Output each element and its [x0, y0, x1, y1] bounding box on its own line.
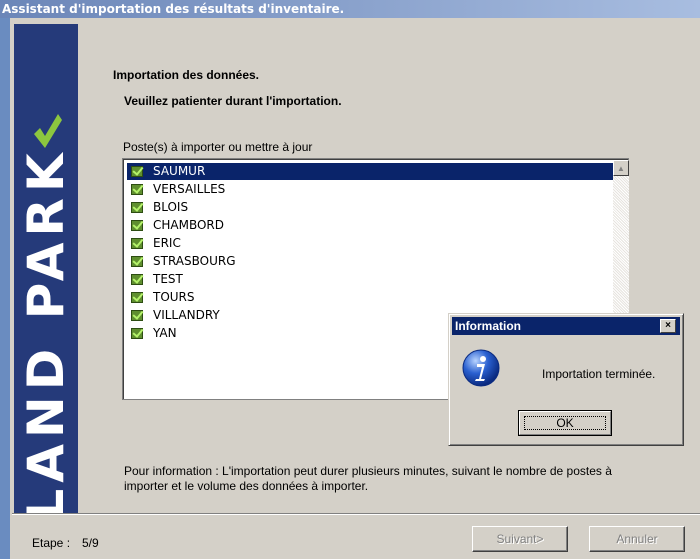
checkmark-icon: [131, 274, 143, 285]
focus-rect: [524, 416, 606, 430]
list-item[interactable]: ERIC: [127, 235, 613, 252]
list-item[interactable]: TEST: [127, 271, 613, 288]
checkmark-icon: [131, 238, 143, 249]
checkmark-icon: [131, 292, 143, 303]
footer-divider: [12, 513, 700, 515]
list-item-label: VERSAILLES: [153, 182, 226, 196]
list-item[interactable]: CHAMBORD: [127, 217, 613, 234]
list-item[interactable]: SAUMUR: [127, 163, 613, 180]
checkmark-icon: [131, 256, 143, 267]
cancel-button[interactable]: Annuler: [589, 526, 685, 552]
list-item[interactable]: STRASBOURG: [127, 253, 613, 270]
info-icon: [462, 349, 500, 387]
step-label: Etape :: [32, 536, 71, 550]
list-item-label: ERIC: [153, 236, 181, 250]
list-item[interactable]: TOURS: [127, 289, 613, 306]
window-title: Assistant d'importation des résultats d'…: [0, 0, 700, 18]
list-item-label: TOURS: [153, 290, 195, 304]
close-icon[interactable]: ×: [660, 319, 676, 333]
checkmark-icon: [131, 220, 143, 231]
list-item[interactable]: BLOIS: [127, 199, 613, 216]
list-item-label: VILLANDRY: [153, 308, 220, 322]
checkmark-icon: [131, 328, 143, 339]
list-item-label: TEST: [153, 272, 183, 286]
page-subtitle: Veuillez patienter durant l'importation.: [124, 94, 342, 108]
page-title: Importation des données.: [113, 68, 260, 82]
list-item-label: SAUMUR: [153, 164, 206, 178]
list-item-label: YAN: [153, 326, 177, 340]
list-item-label: CHAMBORD: [153, 218, 225, 232]
dialog-message: Importation terminée.: [542, 367, 656, 381]
checkmark-icon: [131, 202, 143, 213]
checkmark-icon: [131, 166, 143, 177]
brand-check-icon: [34, 114, 62, 148]
checkmark-icon: [131, 310, 143, 321]
checkmark-icon: [131, 184, 143, 195]
list-item[interactable]: VERSAILLES: [127, 181, 613, 198]
step-value: 5/9: [82, 536, 99, 550]
scroll-up-button[interactable]: ▲: [613, 160, 629, 176]
ok-button[interactable]: OK: [518, 410, 612, 436]
window-left-frame: [0, 18, 10, 559]
wizard-window: Assistant d'importation des résultats d'…: [0, 0, 700, 559]
brand-logo-text: LAND PARK: [17, 147, 75, 514]
info-note: Pour information : L'importation peut du…: [124, 464, 612, 493]
list-label: Poste(s) à importer ou mettre à jour: [123, 140, 313, 154]
list-item-label: BLOIS: [153, 200, 189, 214]
list-item-label: STRASBOURG: [153, 254, 236, 268]
next-button[interactable]: Suivant>: [472, 526, 568, 552]
information-dialog: Information × Importation terminée. OK: [448, 313, 684, 446]
dialog-title-text: Information: [455, 319, 521, 333]
dialog-title: Information ×: [452, 317, 680, 335]
brand-banner: LAND PARK: [14, 24, 78, 514]
